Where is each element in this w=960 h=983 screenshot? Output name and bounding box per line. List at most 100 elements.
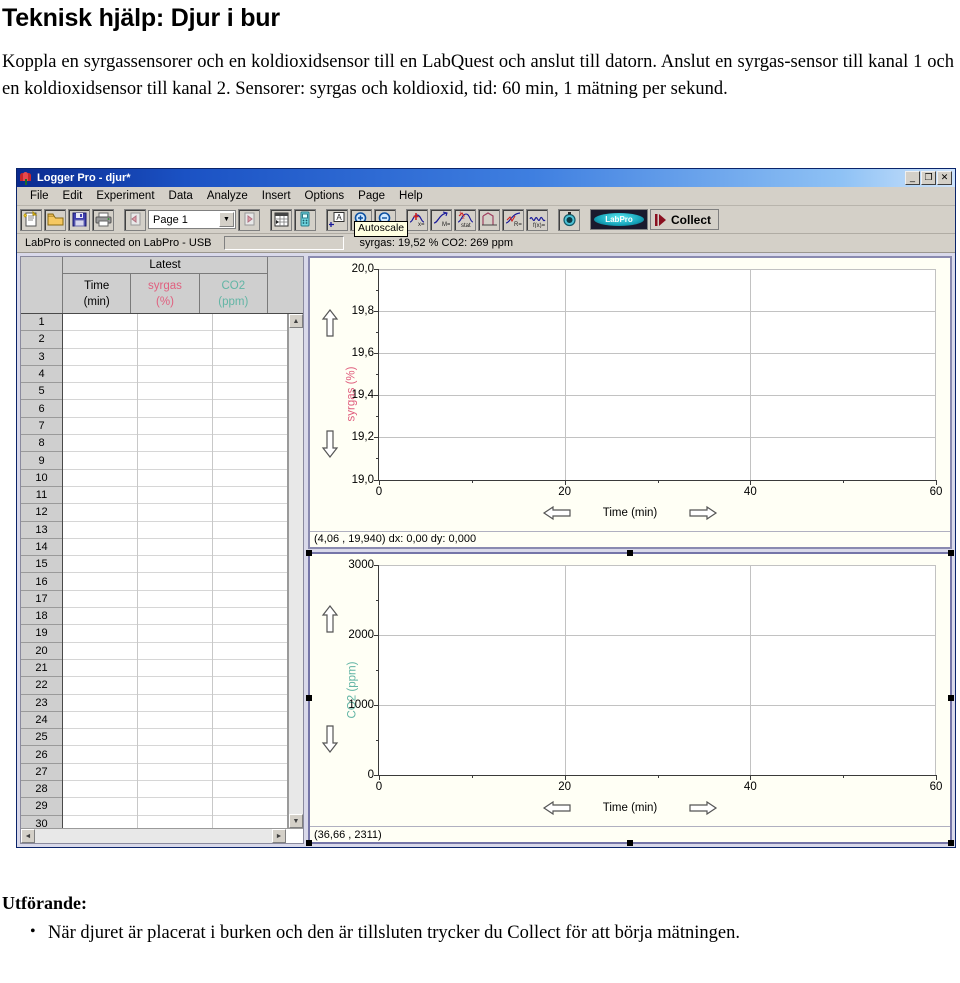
y-scale-up-arrow-icon[interactable] xyxy=(320,604,340,634)
table-cell[interactable] xyxy=(63,729,137,747)
save-disk-icon[interactable] xyxy=(68,208,90,231)
table-cell[interactable] xyxy=(213,556,287,574)
table-cell[interactable] xyxy=(213,522,287,539)
table-cell[interactable] xyxy=(63,435,137,453)
graph-syrgas[interactable]: syrgas (%) 19,0 19,2 19,4 19,6 19,8 20,0 0 20 40… xyxy=(308,256,952,549)
table-cell[interactable] xyxy=(63,643,137,660)
chevron-down-icon[interactable]: ▼ xyxy=(219,212,234,227)
print-icon[interactable] xyxy=(92,208,114,231)
table-cell[interactable] xyxy=(138,504,212,522)
table-cell[interactable] xyxy=(213,816,287,828)
table-cell[interactable] xyxy=(138,314,212,332)
table-row-number[interactable]: 8 xyxy=(21,435,62,453)
table-cell[interactable] xyxy=(63,522,137,539)
labpro-button[interactable]: LabPro xyxy=(590,209,648,230)
table-cell[interactable] xyxy=(213,504,287,522)
table-row-number[interactable]: 16 xyxy=(21,573,62,591)
table-cell[interactable] xyxy=(63,608,137,626)
table-cell[interactable] xyxy=(213,798,287,816)
menu-experiment[interactable]: Experiment xyxy=(89,188,161,204)
timer-icon[interactable] xyxy=(558,208,580,231)
table-cell[interactable] xyxy=(63,677,137,695)
table-row-number[interactable]: 13 xyxy=(21,522,62,539)
table-vertical-scrollbar[interactable]: ▲ ▼ xyxy=(288,314,303,828)
menu-analyze[interactable]: Analyze xyxy=(200,188,255,204)
table-cell[interactable] xyxy=(138,435,212,453)
table-row-number[interactable]: 20 xyxy=(21,643,62,660)
statistics-icon[interactable] xyxy=(478,208,500,231)
table-cell[interactable] xyxy=(63,331,137,349)
table-cell[interactable] xyxy=(63,573,137,591)
insert-table-icon[interactable] xyxy=(270,208,292,231)
table-row-number[interactable]: 22 xyxy=(21,677,62,695)
table-cell[interactable] xyxy=(213,400,287,418)
table-cell[interactable] xyxy=(138,331,212,349)
scroll-left-icon[interactable]: ◄ xyxy=(21,829,35,843)
examine-icon[interactable]: x= xyxy=(406,208,428,231)
table-cell[interactable] xyxy=(138,349,212,366)
menu-edit[interactable]: Edit xyxy=(56,188,90,204)
table-row-number[interactable]: 18 xyxy=(21,608,62,626)
table-cell[interactable] xyxy=(63,539,137,557)
table-row-number[interactable]: 12 xyxy=(21,504,62,522)
data-table[interactable]: Latest Time (min) syrgas (%) CO2 (ppm) 1… xyxy=(20,256,304,844)
table-cell[interactable] xyxy=(138,695,212,712)
curve-fit-icon[interactable]: R= xyxy=(502,208,524,231)
table-column-syrgas-cells[interactable] xyxy=(138,314,213,828)
table-cell[interactable] xyxy=(213,366,287,384)
table-row-number[interactable]: 6 xyxy=(21,400,62,418)
graph-co2-plot[interactable]: 0 1000 2000 3000 0 20 40 60 xyxy=(348,559,942,794)
menu-data[interactable]: Data xyxy=(162,188,200,204)
selection-handle-s[interactable] xyxy=(627,840,633,846)
table-row-number[interactable]: 14 xyxy=(21,539,62,557)
table-cell[interactable] xyxy=(138,625,212,643)
column-header-time[interactable]: Time (min) xyxy=(63,274,132,313)
table-cell[interactable] xyxy=(213,383,287,401)
menu-file[interactable]: File xyxy=(23,188,56,204)
table-cell[interactable] xyxy=(138,539,212,557)
table-cell[interactable] xyxy=(138,660,212,678)
table-cell[interactable] xyxy=(63,418,137,436)
table-cell[interactable] xyxy=(63,400,137,418)
table-cell[interactable] xyxy=(138,729,212,747)
table-cell[interactable] xyxy=(213,349,287,366)
table-row-number[interactable]: 10 xyxy=(21,470,62,487)
column-header-co2[interactable]: CO2 (ppm) xyxy=(200,274,267,313)
graph-co2[interactable]: CO2 (ppm) 0 1000 2000 3000 0 20 40 60 Time (min… xyxy=(306,549,954,846)
x-scale-right-arrow-icon[interactable] xyxy=(688,504,718,522)
table-cell[interactable] xyxy=(138,452,212,470)
table-cell[interactable] xyxy=(63,591,137,609)
minimize-button[interactable]: _ xyxy=(905,171,920,185)
table-cell[interactable] xyxy=(63,349,137,366)
y-scale-up-arrow-icon[interactable] xyxy=(320,308,340,338)
table-cell[interactable] xyxy=(138,487,212,505)
menu-help[interactable]: Help xyxy=(392,188,430,204)
table-cell[interactable] xyxy=(63,452,137,470)
graph-syrgas-plot-area[interactable]: syrgas (%) 19,0 19,2 19,4 19,6 19,8 20,0 0 20 40… xyxy=(310,258,950,531)
table-cell[interactable] xyxy=(138,781,212,799)
integral-icon[interactable]: 1 2 stat xyxy=(454,208,476,231)
scroll-up-icon[interactable]: ▲ xyxy=(289,314,303,328)
table-row-number[interactable]: 24 xyxy=(21,712,62,730)
table-cell[interactable] xyxy=(213,712,287,730)
vertical-scroll-track[interactable] xyxy=(289,328,303,814)
table-row-number[interactable]: 25 xyxy=(21,729,62,747)
table-cell[interactable] xyxy=(213,764,287,782)
table-cell[interactable] xyxy=(138,591,212,609)
table-row-number[interactable]: 4 xyxy=(21,366,62,384)
table-row-number[interactable]: 2 xyxy=(21,331,62,349)
table-row-number[interactable]: 7 xyxy=(21,418,62,436)
table-cell[interactable] xyxy=(63,798,137,816)
page-select[interactable]: Page 1 ▼ xyxy=(148,210,236,229)
y-scale-down-arrow-icon[interactable] xyxy=(320,724,340,754)
table-cell[interactable] xyxy=(138,746,212,764)
table-cells[interactable] xyxy=(63,314,288,828)
selection-handle-e[interactable] xyxy=(948,694,954,701)
selection-handle-se[interactable] xyxy=(948,840,954,846)
table-row-number[interactable]: 23 xyxy=(21,695,62,712)
horizontal-scroll-track[interactable] xyxy=(35,829,272,843)
selection-handle-w[interactable] xyxy=(306,694,312,701)
collect-button[interactable]: Collect xyxy=(650,209,720,230)
table-cell[interactable] xyxy=(63,746,137,764)
table-cell[interactable] xyxy=(213,418,287,436)
